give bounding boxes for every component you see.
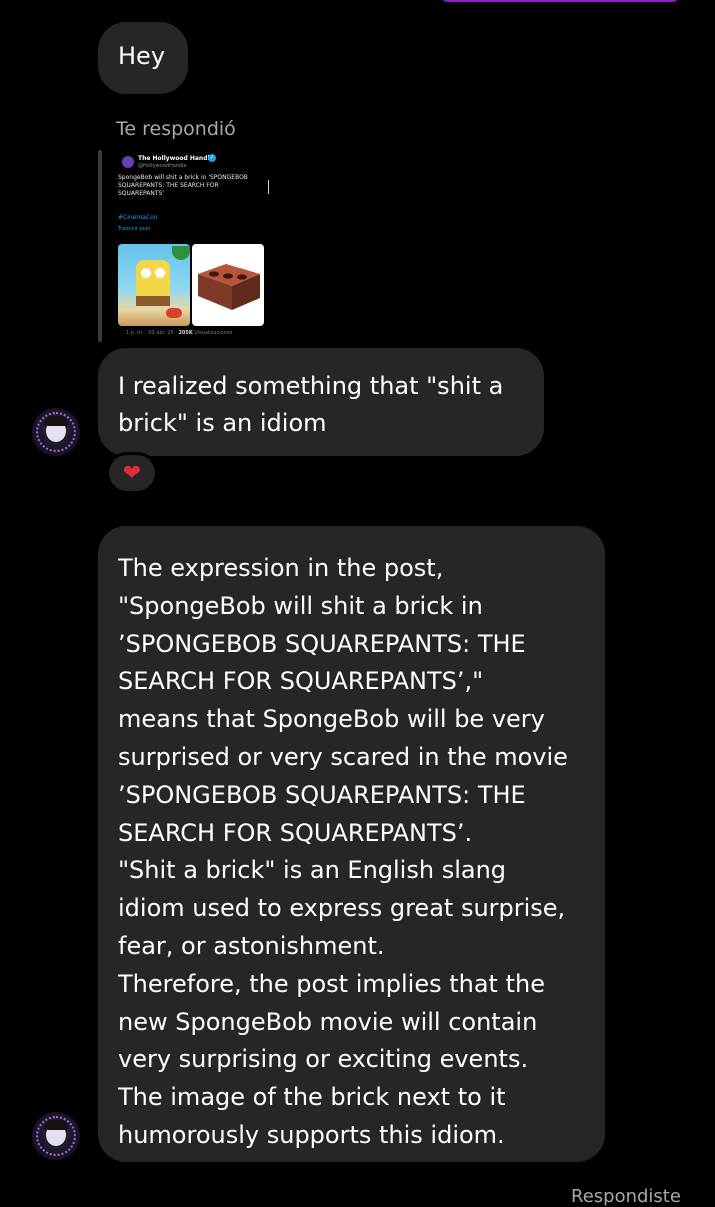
post-views-label: Visualizaciones — [194, 330, 233, 336]
message-bubble-realized[interactable]: I realized something that "shit a brick"… — [98, 348, 544, 456]
message-line: SEARCH FOR SQUAREPANTS’," — [118, 667, 484, 696]
message-line: new SpongeBob movie will contain — [118, 1007, 538, 1036]
sent-message-bubble-edge[interactable] — [440, 0, 680, 2]
heart-reaction[interactable]: ❤ — [106, 452, 158, 494]
message-line: surprised or very scared in the movie — [118, 742, 568, 771]
message-line: brick" is an idiom — [118, 409, 327, 437]
heart-icon: ❤ — [122, 461, 142, 486]
post-meta: 1 p. m. · 03 abr. 25 · 205K Visualizacio… — [126, 330, 232, 336]
spongebob-eye — [155, 268, 165, 278]
text-cursor — [268, 180, 269, 194]
brick-image — [192, 244, 264, 326]
message-line: idiom used to express great surprise, — [118, 894, 566, 923]
message-line: I realized something that "shit a — [118, 372, 504, 400]
message-line: very surprising or exciting events. — [118, 1045, 529, 1074]
post-account-name: The Hollywood Handle — [138, 155, 214, 162]
message-line: SEARCH FOR SQUAREPANTS’. — [118, 818, 473, 847]
spongebob-pants — [136, 296, 170, 306]
avatar-hat — [44, 1120, 68, 1130]
post-text: SpongeBob will shit a brick in 'SPONGEBO… — [118, 174, 248, 197]
post-account-handle: @HollywoodHandle — [138, 163, 187, 169]
message-text: Hey — [118, 42, 166, 70]
message-line: "Shit a brick" is an English slang — [118, 856, 507, 885]
verified-badge-icon: ✓ — [208, 154, 216, 162]
palm-tree-shape — [172, 246, 190, 260]
message-line: The image of the brick next to it — [118, 1083, 506, 1112]
message-line: fear, or astonishment. — [118, 931, 385, 960]
spongebob-eye — [141, 268, 151, 278]
reply-context-label: Te respondió — [116, 118, 236, 140]
crab-shape — [166, 308, 182, 318]
reply-quote-bar — [98, 150, 102, 342]
brick-illustration — [198, 264, 260, 310]
message-line: "SpongeBob will shit a brick in — [118, 591, 483, 620]
post-views-count: 205K — [178, 330, 193, 336]
message-line: ’SPONGEBOB SQUAREPANTS: THE — [118, 629, 526, 658]
message-line: means that SpongeBob will be very — [118, 705, 545, 734]
post-account-avatar — [122, 156, 134, 168]
message-bubble-hey[interactable]: Hey — [98, 22, 188, 94]
message-line: ’SPONGEBOB SQUAREPANTS: THE — [118, 780, 526, 809]
message-line: The expression in the post, — [118, 554, 444, 582]
post-time: 1 p. m. · 03 abr. 25 · — [126, 330, 177, 336]
avatar-hat — [44, 416, 68, 426]
reply-status-label: Respondiste — [571, 1186, 681, 1207]
spongebob-figure — [136, 260, 170, 300]
post-translate-link: Traducir post — [118, 226, 151, 232]
contact-avatar[interactable] — [32, 408, 80, 456]
message-line: Therefore, the post implies that the — [118, 969, 545, 998]
contact-avatar[interactable] — [32, 1112, 80, 1160]
spongebob-image — [118, 244, 190, 326]
message-bubble-explanation[interactable]: The expression in the post, "SpongeBob w… — [98, 526, 605, 1162]
shared-post-preview[interactable]: The Hollywood Handle ✓ @HollywoodHandle … — [112, 150, 284, 342]
message-line: humorously supports this idiom. — [118, 1120, 505, 1149]
post-hashtag: #CinemaCon — [118, 214, 158, 221]
